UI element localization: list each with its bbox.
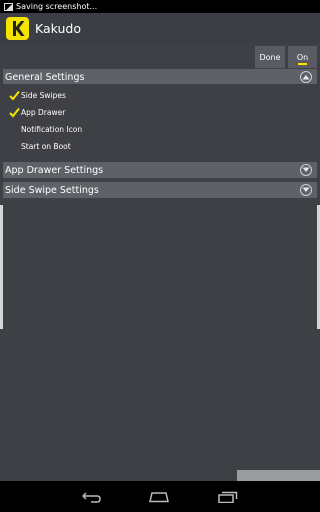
settings-content: Done On General Settings Side Swipes App… xyxy=(0,44,320,481)
checkbox-checked-icon[interactable] xyxy=(9,90,20,101)
option-app-drawer[interactable]: App Drawer xyxy=(3,105,203,121)
done-button[interactable]: Done xyxy=(255,46,285,68)
app-title: Kakudo xyxy=(35,21,81,36)
navigation-bar xyxy=(0,481,320,512)
general-settings-options: Side Swipes App Drawer Notification Icon… xyxy=(3,84,317,160)
option-side-swipes[interactable]: Side Swipes xyxy=(3,88,203,104)
section-app-drawer-settings[interactable]: App Drawer Settings xyxy=(3,162,317,178)
section-title: App Drawer Settings xyxy=(5,164,104,176)
top-buttons: Done On xyxy=(255,46,317,68)
on-label: On xyxy=(296,52,309,62)
action-bar: Kakudo xyxy=(0,13,320,44)
option-label: Notification Icon xyxy=(21,125,83,134)
section-side-swipe-settings[interactable]: Side Swipe Settings xyxy=(3,182,317,198)
bottom-edge-handle[interactable] xyxy=(237,470,320,481)
section-title: Side Swipe Settings xyxy=(5,184,99,196)
option-label: Side Swipes xyxy=(21,91,66,100)
option-notification-icon[interactable]: Notification Icon xyxy=(3,122,203,138)
screenshot-icon xyxy=(4,2,13,11)
option-label: App Drawer xyxy=(21,108,66,117)
expand-icon[interactable] xyxy=(300,164,312,176)
checkbox-checked-icon[interactable] xyxy=(9,107,20,118)
checkbox-unchecked-icon[interactable] xyxy=(9,124,20,135)
section-title: General Settings xyxy=(5,71,85,83)
checkbox-unchecked-icon[interactable] xyxy=(9,141,20,152)
recents-icon[interactable] xyxy=(217,489,239,505)
collapse-icon[interactable] xyxy=(300,71,312,83)
expand-icon[interactable] xyxy=(300,184,312,196)
option-label: Start on Boot xyxy=(21,142,71,151)
status-text: Saving screenshot... xyxy=(16,2,98,11)
back-icon[interactable] xyxy=(81,489,103,505)
on-toggle-button[interactable]: On xyxy=(288,46,317,68)
option-start-on-boot[interactable]: Start on Boot xyxy=(3,139,203,155)
section-general-settings[interactable]: General Settings xyxy=(3,69,317,85)
app-logo-icon[interactable] xyxy=(6,17,29,40)
on-indicator xyxy=(298,63,307,65)
status-bar: Saving screenshot... xyxy=(0,0,320,13)
side-swipe-settings-panel xyxy=(3,199,317,329)
home-icon[interactable] xyxy=(148,489,170,505)
